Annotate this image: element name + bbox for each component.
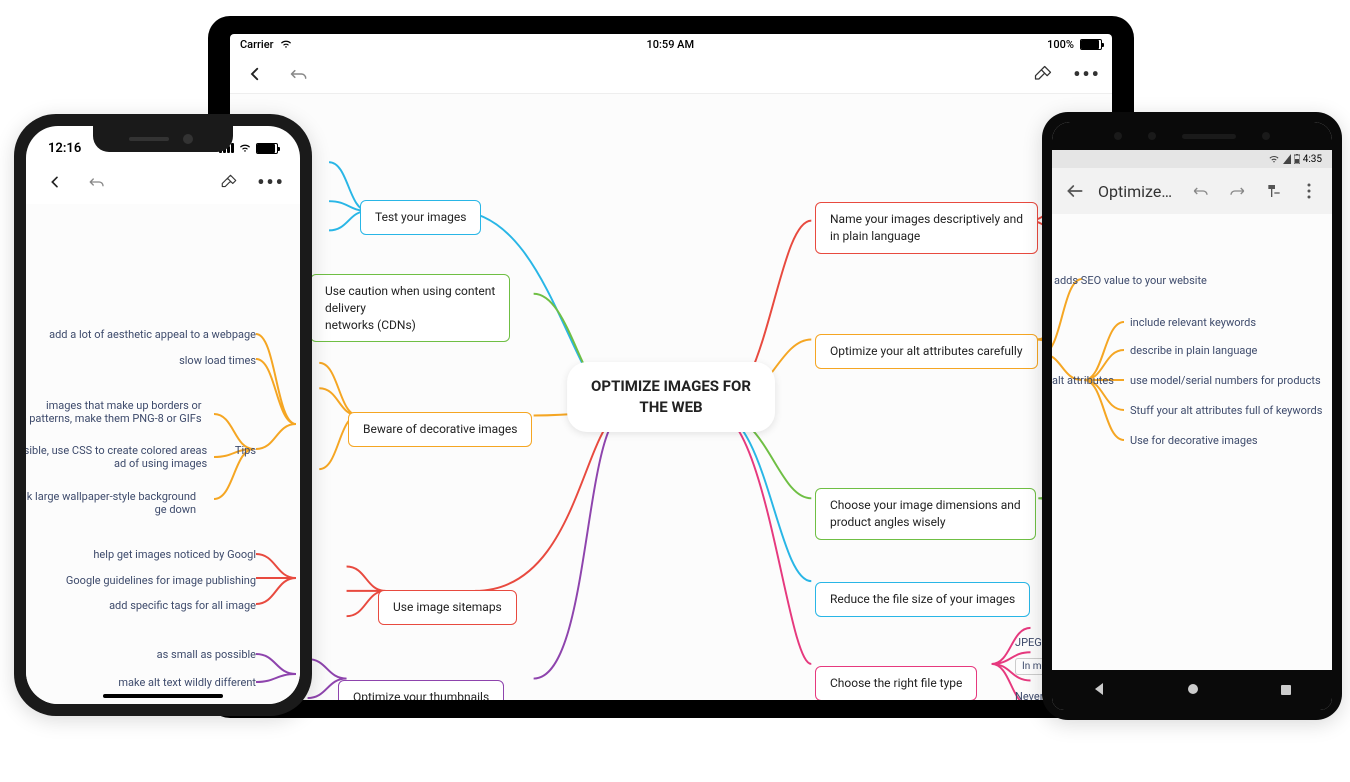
leaf: make alt text wildly different — [118, 676, 256, 689]
back-button[interactable] — [44, 171, 66, 193]
clock-label: 4:35 — [1303, 154, 1322, 165]
redo-button[interactable] — [1226, 180, 1248, 202]
android-status-bar: 4:35 — [1052, 150, 1332, 168]
node-alt-attributes[interactable]: Optimize your alt attributes carefully — [815, 334, 1038, 369]
undo-button[interactable] — [288, 63, 310, 85]
clock-label: 12:16 — [48, 141, 81, 156]
iphone-screen: 12:16 ••• add a lot — [26, 126, 300, 704]
battery-icon — [1294, 154, 1300, 164]
leaf: adds SEO value to your website — [1054, 274, 1207, 287]
wifi-icon — [238, 143, 252, 153]
format-button[interactable] — [1262, 180, 1284, 202]
leaf: ink large wallpaper-style background ge … — [26, 490, 196, 516]
more-button[interactable] — [1298, 180, 1320, 202]
leaf: include relevant keywords — [1130, 316, 1256, 329]
undo-button[interactable] — [1190, 180, 1212, 202]
iphone-notch — [93, 126, 233, 152]
leaf: as small as possible — [157, 648, 256, 661]
leaf: add specific tags for all image — [109, 599, 256, 612]
node-cdn[interactable]: Use caution when using content delivery … — [310, 274, 510, 342]
node-filetype[interactable]: Choose the right file type — [815, 666, 977, 700]
tablet-screen: Carrier 10:59 AM 100% ••• — [230, 34, 1112, 700]
android-canvas[interactable]: adds SEO value to your website alt attri… — [1052, 214, 1332, 670]
nav-recent-button[interactable] — [1280, 681, 1292, 700]
leaf: images that make up borders or le patter… — [26, 399, 202, 425]
battery-label: 100% — [1047, 38, 1074, 51]
leaf: alt attributes — [1052, 374, 1114, 387]
toolbar-title: Optimize… — [1098, 182, 1178, 201]
style-button[interactable] — [218, 171, 240, 193]
leaf: Use for decorative images — [1130, 434, 1258, 447]
android-screen: 4:35 Optimize… adds SEO value to your we… — [1052, 122, 1332, 710]
node-dimensions[interactable]: Choose your image dimensions and product… — [815, 488, 1036, 540]
back-button[interactable] — [244, 63, 266, 85]
signal-icon — [1283, 154, 1291, 164]
node-sitemaps[interactable]: Use image sitemaps — [378, 590, 517, 625]
clock-label: 10:59 AM — [647, 38, 695, 51]
node-filesize[interactable]: Reduce the file size of your images — [815, 582, 1030, 617]
node-test-images[interactable]: Test your images — [360, 200, 481, 235]
android-frame: 4:35 Optimize… adds SEO value to your we… — [1042, 112, 1342, 720]
tablet-toolbar: ••• — [230, 54, 1112, 94]
carrier-label: Carrier — [240, 38, 273, 51]
leaf: ssible, use CSS to create colored areas … — [26, 444, 207, 470]
undo-button[interactable] — [86, 171, 108, 193]
wifi-icon — [279, 39, 293, 49]
tablet-frame: Carrier 10:59 AM 100% ••• — [208, 16, 1134, 718]
leaf: Stuff your alt attributes full of keywor… — [1130, 404, 1322, 417]
leaf: add a lot of aesthetic appeal to a webpa… — [49, 328, 256, 341]
battery-icon — [1080, 39, 1102, 50]
android-nav-bar — [1052, 670, 1332, 710]
android-sensors — [1052, 122, 1332, 150]
mindmap-canvas[interactable]: OPTIMIZE IMAGES FOR THE WEB Name your im… — [230, 94, 1112, 700]
leaf: Google guidelines for image publishing — [66, 574, 256, 587]
leaf: Tips — [235, 444, 256, 457]
more-button[interactable]: ••• — [260, 171, 282, 193]
battery-icon — [256, 143, 278, 154]
iphone-canvas[interactable]: add a lot of aesthetic appeal to a webpa… — [26, 204, 300, 704]
home-indicator[interactable] — [103, 694, 223, 698]
iphone-frame: 12:16 ••• add a lot — [14, 114, 312, 716]
node-name-images[interactable]: Name your images descriptively and in pl… — [815, 202, 1038, 254]
leaf: slow load times — [179, 354, 256, 367]
mindmap-center[interactable]: OPTIMIZE IMAGES FOR THE WEB — [567, 362, 775, 432]
style-button[interactable] — [1032, 63, 1054, 85]
tablet-status-bar: Carrier 10:59 AM 100% — [230, 34, 1112, 54]
wifi-icon — [1268, 154, 1280, 164]
back-button[interactable] — [1064, 180, 1086, 202]
leaf: use model/serial numbers for products — [1130, 374, 1321, 387]
nav-back-button[interactable] — [1092, 681, 1106, 700]
node-thumbnails[interactable]: Optimize your thumbnails — [338, 680, 504, 700]
leaf: help get images noticed by Googl — [93, 548, 256, 561]
nav-home-button[interactable] — [1186, 681, 1200, 700]
iphone-toolbar: ••• — [26, 160, 300, 204]
leaf: describe in plain language — [1130, 344, 1257, 357]
node-decorative[interactable]: Beware of decorative images — [348, 412, 532, 447]
more-button[interactable]: ••• — [1076, 63, 1098, 85]
android-toolbar: Optimize… — [1052, 168, 1332, 214]
